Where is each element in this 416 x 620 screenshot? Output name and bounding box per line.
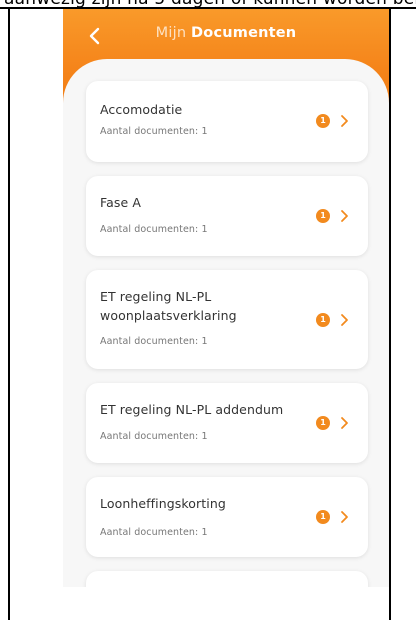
screenshot: aanwezig zijn na 5 dagen of kunnen worde… (0, 0, 416, 620)
phone-screen: Mijn Documenten Accomodatie Aantal docum… (63, 9, 389, 587)
document-item-count: Aantal documenten: 1 (100, 126, 208, 137)
document-count-badge: 1 (316, 209, 330, 223)
document-count-badge: 1 (316, 416, 330, 430)
document-count-badge: 1 (316, 510, 330, 524)
document-item-title: ET regeling NL-PL addendum (100, 402, 284, 417)
document-item-count: Aantal documenten: 1 (100, 224, 208, 235)
document-item-fase-a[interactable]: Fase A Aantal documenten: 1 1 (86, 176, 368, 256)
page-title: Mijn Documenten (63, 25, 389, 41)
document-item-partial[interactable] (86, 571, 368, 587)
frame-border-left (8, 7, 10, 620)
document-count-badge: 1 (316, 114, 330, 128)
document-item-title: Loonheffingskorting (100, 496, 226, 511)
chevron-right-icon (341, 417, 348, 429)
document-list: Accomodatie Aantal documenten: 1 1 Fase … (63, 59, 389, 587)
document-item-loonheffingskorting[interactable]: Loonheffingskorting Aantal documenten: 1… (86, 477, 368, 557)
document-item-et-regeling-woonplaatsverklaring[interactable]: ET regeling NL-PL woonplaatsverklaring A… (86, 270, 368, 369)
document-item-count: Aantal documenten: 1 (100, 431, 208, 442)
chevron-right-icon (341, 511, 348, 523)
document-item-title-line2: woonplaatsverklaring (100, 308, 237, 323)
chevron-right-icon (341, 115, 348, 127)
document-count-badge: 1 (316, 313, 330, 327)
page-title-main: Documenten (191, 25, 297, 41)
chevron-right-icon (341, 210, 348, 222)
document-item-accomodatie[interactable]: Accomodatie Aantal documenten: 1 1 (86, 81, 368, 162)
document-item-title: ET regeling NL-PL (100, 289, 212, 304)
page-title-prefix: Mijn (155, 25, 187, 41)
chevron-right-icon (341, 314, 348, 326)
document-item-title: Accomodatie (100, 102, 183, 117)
document-item-et-regeling-addendum[interactable]: ET regeling NL-PL addendum Aantal docume… (86, 383, 368, 463)
document-item-count: Aantal documenten: 1 (100, 336, 208, 347)
document-item-title: Fase A (100, 195, 142, 210)
document-item-count: Aantal documenten: 1 (100, 527, 208, 538)
frame-border-right (389, 7, 391, 620)
